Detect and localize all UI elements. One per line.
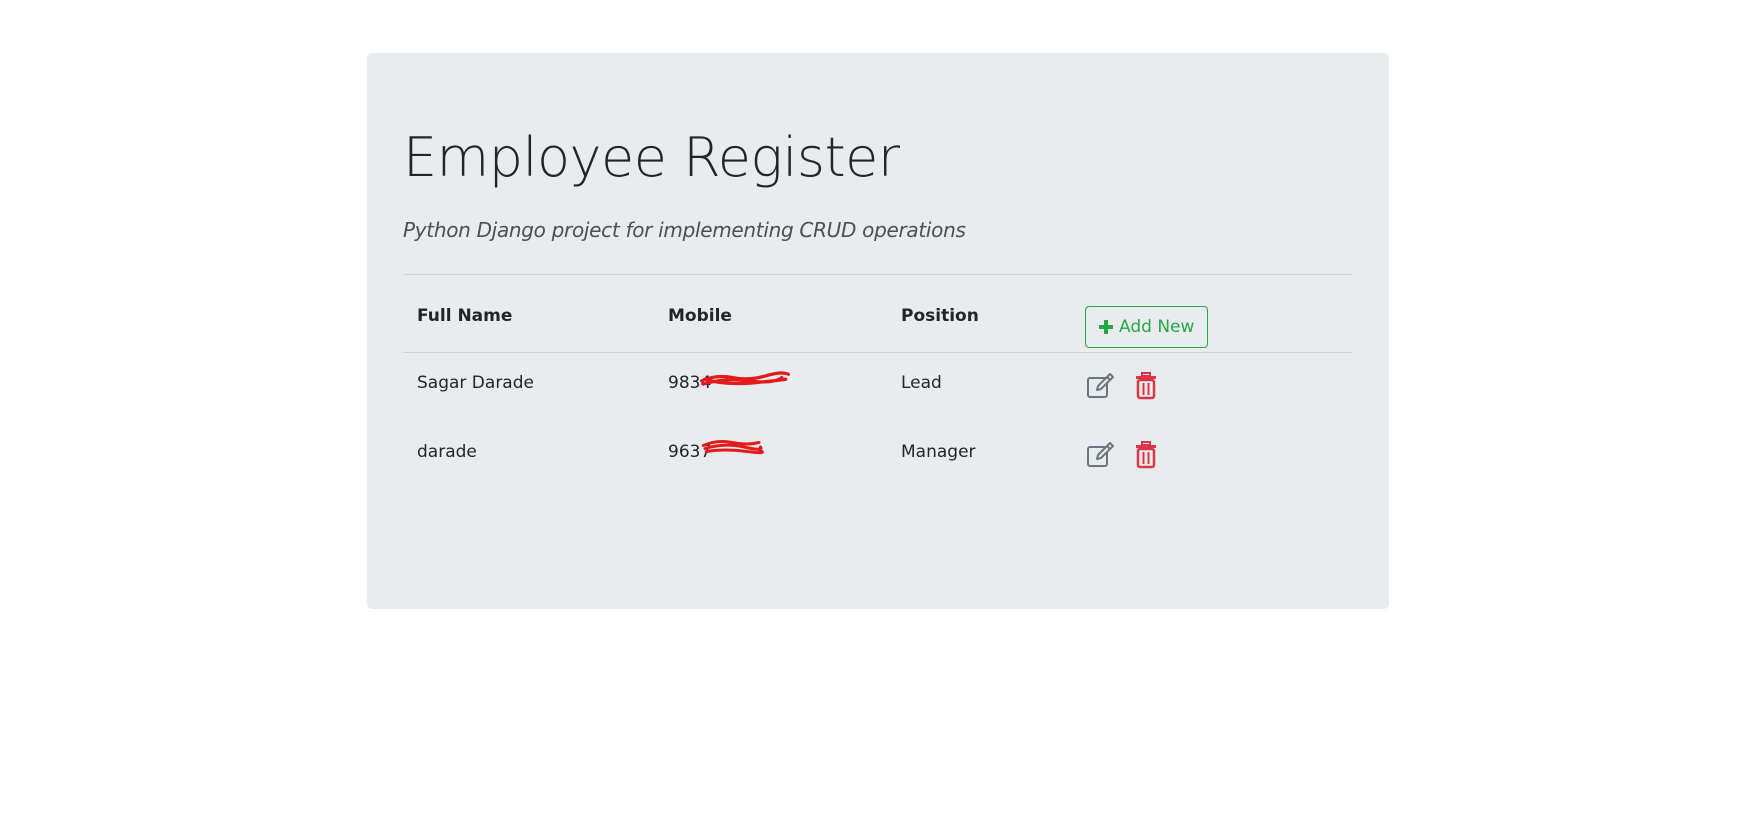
employee-table: Full Name Mobile Position Add New Sagar … (403, 298, 1352, 492)
edit-icon[interactable] (1085, 371, 1115, 401)
edit-icon[interactable] (1085, 440, 1115, 470)
table-row: darade 9637 Manager (403, 422, 1352, 492)
cell-full-name: darade (417, 442, 477, 462)
trash-icon[interactable] (1131, 440, 1161, 470)
trash-icon[interactable] (1131, 371, 1161, 401)
redaction-scribble (700, 370, 790, 386)
redaction-scribble (702, 440, 764, 455)
page-title: Employee Register (403, 126, 900, 189)
column-header-position: Position (887, 298, 1071, 353)
table-row: Sagar Darade 9834 Lead (403, 352, 1352, 422)
jumbotron-panel: Employee Register Python Django project … (367, 53, 1389, 609)
cell-actions (1071, 352, 1352, 422)
plus-icon (1099, 320, 1113, 334)
column-header-full-name: Full Name (403, 298, 654, 353)
add-new-label: Add New (1119, 317, 1195, 337)
column-header-mobile: Mobile (654, 298, 887, 353)
cell-mobile: 9637 (654, 422, 887, 492)
table-header-row: Full Name Mobile Position Add New (403, 298, 1352, 353)
add-new-button[interactable]: Add New (1085, 306, 1209, 348)
cell-actions (1071, 422, 1352, 492)
divider (403, 274, 1352, 275)
cell-mobile: 9834 (654, 352, 887, 422)
cell-position: Manager (901, 442, 976, 462)
column-header-actions: Add New (1071, 298, 1352, 353)
cell-full-name: Sagar Darade (417, 372, 534, 393)
page-subtitle: Python Django project for implementing C… (403, 218, 966, 242)
cell-position: Lead (901, 372, 942, 393)
